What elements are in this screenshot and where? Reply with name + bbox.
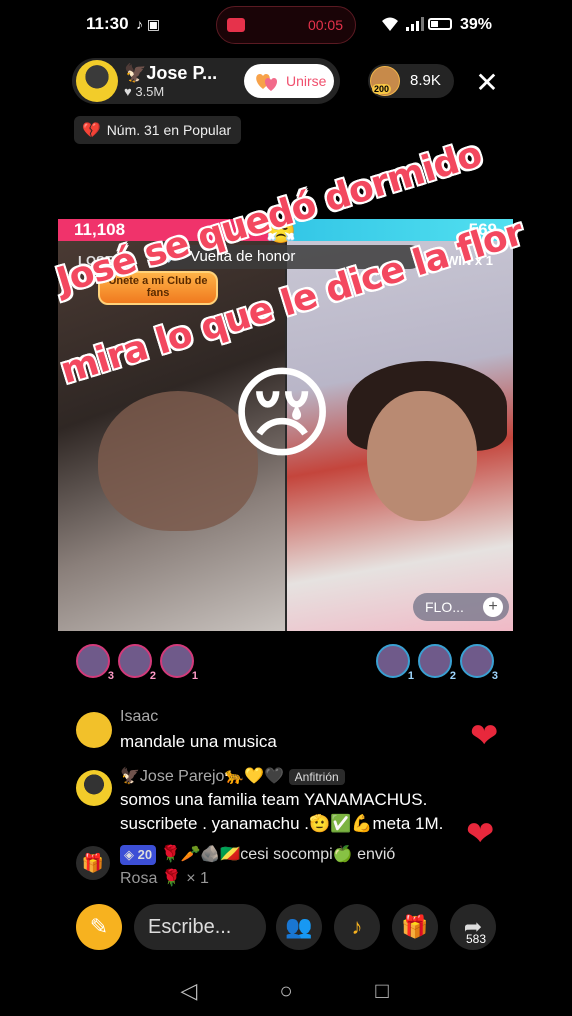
supporter-rank: 1 <box>191 670 198 682</box>
close-icon[interactable]: ✕ <box>472 66 502 99</box>
tiktok-coin-icon[interactable]: ♪ <box>334 904 380 950</box>
rank-label: Núm. 31 en Popular <box>106 122 232 138</box>
join-hearts-icon <box>256 74 278 91</box>
chat-message: mandale una musica <box>120 732 277 751</box>
score-left: 11,108 <box>74 220 126 239</box>
gift-verb: envió <box>357 846 396 863</box>
chat-avatar[interactable] <box>76 712 112 748</box>
floating-heart-icon: ❤ <box>470 717 499 755</box>
chat-username[interactable]: Isaac <box>120 708 158 726</box>
gem-level: 20 <box>137 847 153 862</box>
gift-sender[interactable]: 🌹🥕🪨🇨🇬cesi socompi🍏 <box>161 846 353 863</box>
host-profile[interactable]: 🦅Jose P... ♥ 3.5M Unirse <box>72 58 340 104</box>
record-time: 00:05 <box>307 17 343 33</box>
supporter-rank: 2 <box>149 670 156 682</box>
crying-emoji-icon: 😢 <box>230 358 335 470</box>
chat-message: somos una familia team YANAMACHUS. suscr… <box>120 790 444 833</box>
signal-icon <box>404 16 424 35</box>
opponent-follow-pill[interactable]: FLO... + <box>413 593 509 621</box>
record-camera-icon <box>227 18 245 32</box>
home-nav-icon[interactable]: ○ <box>271 976 301 1006</box>
quick-message-icon[interactable]: ✎ <box>76 904 122 950</box>
back-nav-icon[interactable]: ◁ <box>174 976 204 1006</box>
supporter-rank: 3 <box>107 670 114 682</box>
floating-heart-icon: ❤ <box>466 815 495 853</box>
plus-icon[interactable]: + <box>483 597 503 617</box>
guests-icon[interactable]: 👥 <box>276 904 322 950</box>
gift-count: × 1 <box>186 870 209 887</box>
popular-rank-badge[interactable]: 💔 Núm. 31 en Popular <box>74 116 242 144</box>
chat-username[interactable]: 🦅Jose Parejo🐆💛🖤 <box>120 768 284 785</box>
host-name: 🦅Jose P... <box>124 63 218 83</box>
right-streamer-face <box>367 391 477 521</box>
host-likes-count: 3.5M <box>135 84 165 99</box>
rose-icon: 🌹 <box>161 870 182 887</box>
chat-username-row: 🦅Jose Parejo🐆💛🖤 Anfitrión <box>120 766 345 786</box>
right-supporter-avatar[interactable]: 1 <box>376 644 414 682</box>
battery-percent: 39% <box>460 16 493 33</box>
host-tag: Anfitrión <box>288 769 345 785</box>
share-count: 583 <box>466 932 487 946</box>
gift-icon[interactable]: 🎁 <box>76 846 110 880</box>
gift-item: Rosa 🌹 × 1 <box>120 868 209 888</box>
right-supporter-avatar[interactable]: 2 <box>418 644 456 682</box>
viewer-count: 8.9K <box>410 72 441 89</box>
comment-input[interactable]: Escribe... <box>134 904 266 950</box>
status-time: 11:30 <box>86 14 129 33</box>
join-button[interactable]: Unirse <box>244 64 334 98</box>
gift-box-icon[interactable]: 🎁 <box>392 904 438 950</box>
heart-icon: ♥ <box>124 84 132 99</box>
gem-level-badge: ◈ 20 <box>120 845 157 865</box>
wifi-icon <box>380 16 400 35</box>
top-viewer-badge: 200 <box>372 84 392 94</box>
viewers-pill[interactable]: 200 8.9K <box>368 64 454 98</box>
host-avatar[interactable] <box>76 60 118 102</box>
left-supporter-avatar[interactable]: 3 <box>76 644 114 682</box>
supporter-rank: 3 <box>491 670 498 682</box>
join-label: Unirse <box>286 73 327 89</box>
battery-icon <box>428 18 452 30</box>
left-supporter-avatar[interactable]: 1 <box>160 644 198 682</box>
gift-name: Rosa <box>120 870 158 887</box>
left-supporter-avatar[interactable]: 2 <box>118 644 156 682</box>
right-supporter-avatar[interactable]: 3 <box>460 644 498 682</box>
host-likes: ♥ 3.5M <box>124 84 164 99</box>
opponent-name: FLO... <box>425 599 464 615</box>
screen-record-indicator[interactable]: 00:05 <box>216 6 356 44</box>
supporter-rank: 2 <box>449 670 456 682</box>
broken-heart-icon: 💔 <box>82 122 101 139</box>
gift-event: ◈ 20 🌹🥕🪨🇨🇬cesi socompi🍏 envió <box>120 844 395 865</box>
tiktok-icon: ♪ ▣ <box>136 16 161 32</box>
supporter-rank: 1 <box>407 670 414 682</box>
recents-nav-icon[interactable]: □ <box>367 976 397 1006</box>
chat-avatar[interactable] <box>76 770 112 806</box>
